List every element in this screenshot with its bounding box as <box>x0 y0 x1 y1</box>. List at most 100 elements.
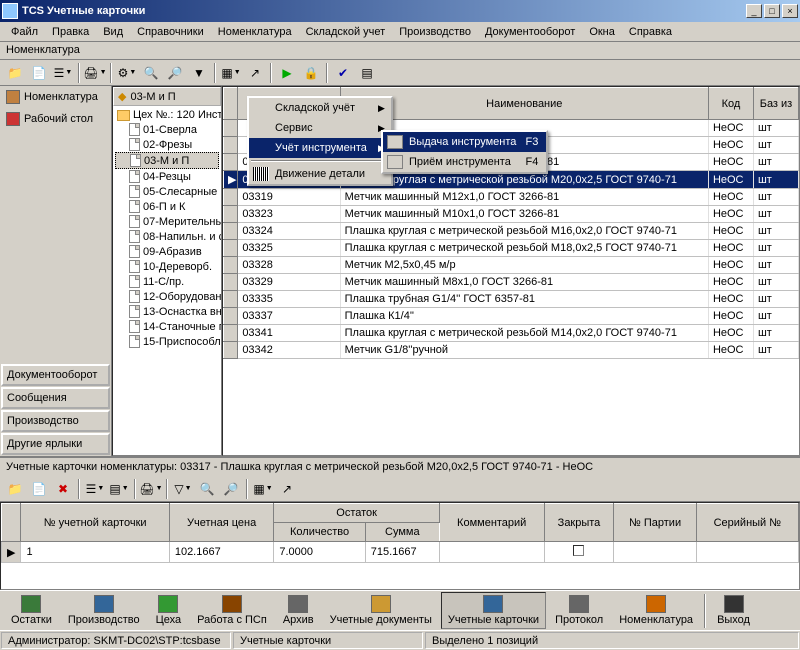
nav-tab[interactable]: Производство <box>1 410 110 432</box>
filter-icon[interactable]: ▼ <box>188 62 210 84</box>
tree-root[interactable]: Цех №.: 120 Инструм <box>115 108 219 122</box>
menu-item[interactable]: Сервис▶ <box>249 118 391 138</box>
minimize-button[interactable]: _ <box>746 4 762 18</box>
menu-Справка[interactable]: Справка <box>622 24 679 40</box>
tree-node[interactable]: 09-Абразив <box>115 244 219 259</box>
table-row[interactable]: 03319Метчик машинный М12x1,0 ГОСТ 3266-8… <box>224 189 799 206</box>
context-submenu[interactable]: Выдача инструментаF3Приём инструментаF4 <box>381 130 548 174</box>
grid-col-header[interactable]: Наименование <box>340 88 708 120</box>
tree-node[interactable]: 08-Напильн. и сл <box>115 229 219 244</box>
bottom-tab-Производство[interactable]: Производство <box>61 592 147 629</box>
detail-grid[interactable]: № учетной карточкиУчетная ценаОстатокКом… <box>0 502 800 590</box>
tree-node[interactable]: 02-Фрезы <box>115 137 219 152</box>
new-folder-icon[interactable]: 📁 <box>4 62 26 84</box>
play-icon[interactable]: ▶ <box>276 62 298 84</box>
menu-Окна[interactable]: Окна <box>582 24 622 40</box>
table-row[interactable]: 03341Плашка круглая с метрической резьбо… <box>224 325 799 342</box>
new-folder-icon[interactable]: 📁 <box>4 478 26 500</box>
nav-tab[interactable]: Сообщения <box>1 387 110 409</box>
menu-Справочники[interactable]: Справочники <box>130 24 211 40</box>
tree-header-label: 03-М и П <box>130 91 175 103</box>
menu-item[interactable]: Складской учёт▶ <box>249 98 391 118</box>
close-button[interactable]: × <box>782 4 798 18</box>
nav-item[interactable]: Рабочий стол <box>0 108 111 130</box>
bottom-tab-Работа с ПСп[interactable]: Работа с ПСп <box>190 592 274 629</box>
bottom-tab-Номенклатура[interactable]: Номенклатура <box>612 592 700 629</box>
bottom-tab-Протокол[interactable]: Протокол <box>548 592 610 629</box>
table-row[interactable]: 03328Метчик М2,5x0,45 м/рНеОСшт <box>224 257 799 274</box>
tree-node[interactable]: 05-Слесарные <box>115 184 219 199</box>
print-icon[interactable]: 🖨▼ <box>84 62 106 84</box>
bullet-icon: ◆ <box>118 90 126 103</box>
binoculars-next-icon[interactable]: 🔎 <box>164 62 186 84</box>
menu-Складской учет[interactable]: Складской учет <box>299 24 393 40</box>
print-icon[interactable]: 🖨▼ <box>140 478 162 500</box>
gear-icon[interactable]: ⚙▼ <box>116 62 138 84</box>
bottom-tab-Архив[interactable]: Архив <box>276 592 321 629</box>
bottom-tab-Цеха[interactable]: Цеха <box>149 592 189 629</box>
tree-node[interactable]: 10-Дереворб. <box>115 259 219 274</box>
bottom-tab-Учетные карточки[interactable]: Учетные карточки <box>441 592 546 629</box>
bottom-tab-Остатки[interactable]: Остатки <box>4 592 59 629</box>
delete-icon[interactable]: ✖ <box>52 478 74 500</box>
list-icon[interactable]: ☰▼ <box>52 62 74 84</box>
tree-node[interactable]: 12-Оборудование <box>115 289 219 304</box>
tree-node[interactable]: 06-П и К <box>115 199 219 214</box>
tree-node[interactable]: 11-С/пр. <box>115 274 219 289</box>
tree-node[interactable]: 07-Мерительный <box>115 214 219 229</box>
grid-col-header[interactable]: Баз из <box>753 88 798 120</box>
tree-node[interactable]: 14-Станочные пр <box>115 319 219 334</box>
nav-tab[interactable]: Документооборот <box>1 364 110 386</box>
tree-node[interactable]: 01-Сверла <box>115 122 219 137</box>
list-icon[interactable]: ☰▼ <box>84 478 106 500</box>
nav-item[interactable]: Номенклатура <box>0 86 111 108</box>
table-row[interactable]: 03324Плашка круглая с метрической резьбо… <box>224 223 799 240</box>
maximize-button[interactable]: □ <box>764 4 780 18</box>
lock-icon[interactable]: 🔒 <box>300 62 322 84</box>
table-row[interactable]: 03323Метчик машинный М10x1,0 ГОСТ 3266-8… <box>224 206 799 223</box>
bottom-tab-Учетные документы[interactable]: Учетные документы <box>323 592 439 629</box>
tree-node[interactable]: 03-М и П <box>115 152 219 169</box>
filter-icon[interactable]: ▽▼ <box>172 478 194 500</box>
grid-col-header[interactable]: Код <box>708 88 753 120</box>
export-icon[interactable]: ↗ <box>276 478 298 500</box>
table-row[interactable]: 03337Плашка К1/4''НеОСшт <box>224 308 799 325</box>
card-icon[interactable]: ▦▼ <box>220 62 242 84</box>
menu-Файл[interactable]: Файл <box>4 24 45 40</box>
new-doc-icon[interactable]: 📄 <box>28 478 50 500</box>
table-row[interactable]: 03329Метчик машинный М8x1,0 ГОСТ 3266-81… <box>224 274 799 291</box>
card-icon[interactable]: ▦▼ <box>252 478 274 500</box>
binoculars-next-icon[interactable]: 🔎 <box>220 478 242 500</box>
menu-Правка[interactable]: Правка <box>45 24 96 40</box>
tree-node[interactable]: 04-Резцы <box>115 169 219 184</box>
menu-item[interactable]: Движение детали <box>249 164 391 184</box>
grid-col-header[interactable] <box>224 88 238 120</box>
menu-Производство[interactable]: Производство <box>392 24 478 40</box>
nav-tab[interactable]: Другие ярлыки <box>1 433 110 455</box>
export-icon[interactable]: ↗ <box>244 62 266 84</box>
status-admin: Администратор: SKMT-DC02\STP:tcsbase <box>1 632 231 649</box>
binoculars-icon[interactable]: 🔍 <box>140 62 162 84</box>
submenu-item[interactable]: Выдача инструментаF3 <box>383 132 546 152</box>
bottom-tab-Выход[interactable]: Выход <box>710 592 757 629</box>
menu-item[interactable]: Учёт инструмента▶ <box>249 138 391 158</box>
window-title: TCS Учетные карточки <box>22 5 744 17</box>
new-doc-icon[interactable]: 📄 <box>28 62 50 84</box>
table-row[interactable]: 03335Плашка трубная G1/4'' ГОСТ 6357-81Н… <box>224 291 799 308</box>
binoculars-icon[interactable]: 🔍 <box>196 478 218 500</box>
table-row[interactable]: ▶1102.16677.0000715.1667 <box>2 542 799 563</box>
doc-icon[interactable]: ▤▼ <box>108 478 130 500</box>
menu-Документооборот[interactable]: Документооборот <box>478 24 582 40</box>
tree-node[interactable]: 13-Оснастка вне <box>115 304 219 319</box>
check-icon[interactable]: ✔ <box>332 62 354 84</box>
table-row[interactable]: 03325Плашка круглая с метрической резьбо… <box>224 240 799 257</box>
tree-node[interactable]: 15-Приспособлен <box>115 334 219 349</box>
menu-Вид[interactable]: Вид <box>96 24 130 40</box>
tree-header[interactable]: ◆ 03-М и П <box>113 87 221 106</box>
table-row[interactable]: 03342Метчик G1/8''ручнойНеОСшт <box>224 342 799 359</box>
menu-bar: ФайлПравкаВидСправочникиНоменклатураСкла… <box>0 22 800 42</box>
submenu-item[interactable]: Приём инструментаF4 <box>383 152 546 172</box>
context-menu[interactable]: Складской учёт▶Сервис▶Учёт инструмента▶ Д… <box>247 96 393 186</box>
menu-Номенклатура[interactable]: Номенклатура <box>211 24 299 40</box>
form-icon[interactable]: ▤ <box>356 62 378 84</box>
